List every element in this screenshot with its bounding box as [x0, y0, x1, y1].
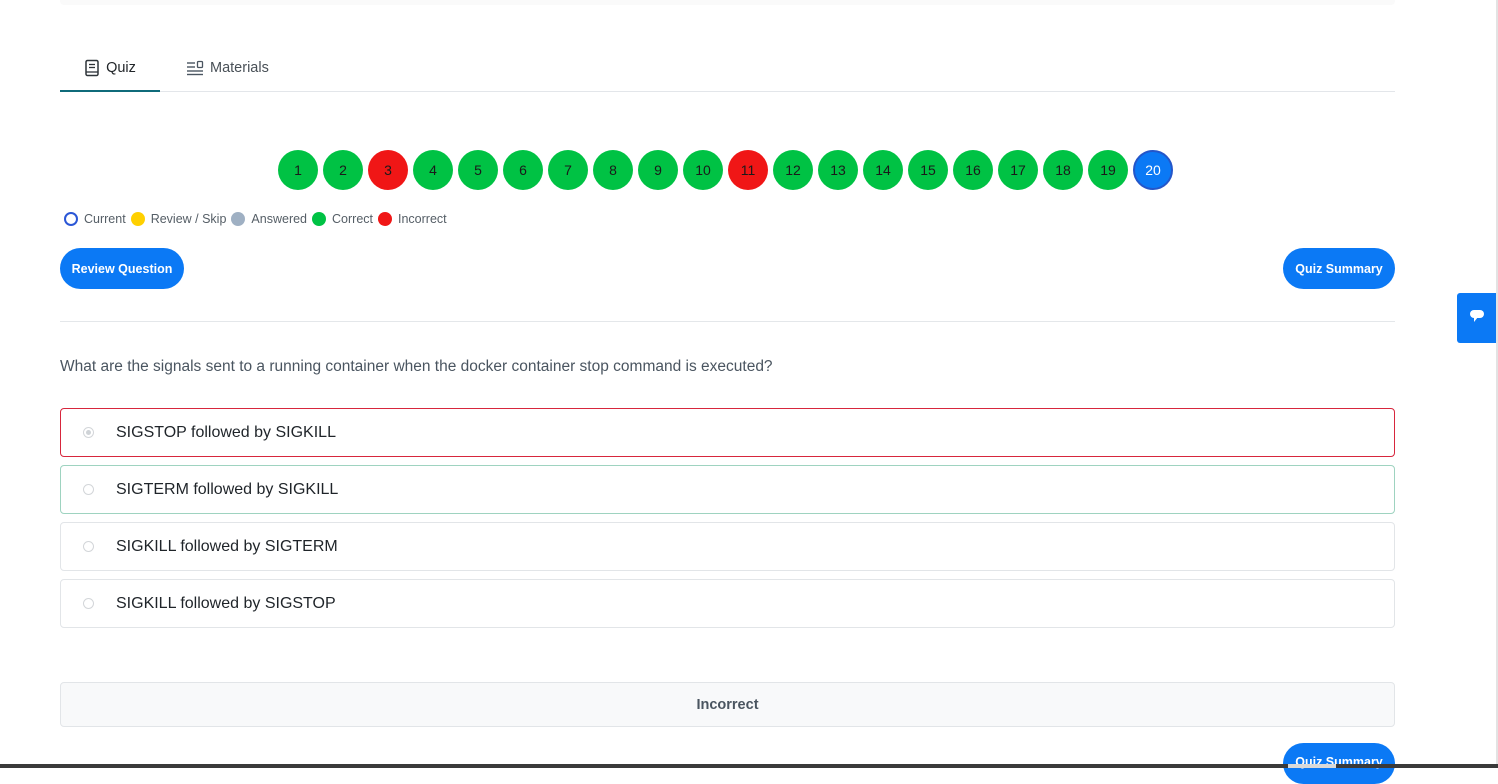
- legend-incorrect: Incorrect: [378, 212, 447, 226]
- radio-button[interactable]: [83, 484, 94, 495]
- status-legend: Current Review / Skip Answered Correct I…: [64, 212, 452, 226]
- list-icon: [186, 60, 204, 76]
- question-number-3[interactable]: 3: [368, 150, 408, 190]
- result-banner: Incorrect: [60, 682, 1395, 727]
- tab-bar: Quiz Materials: [60, 45, 1395, 92]
- question-number-2[interactable]: 2: [323, 150, 363, 190]
- answer-option-label: SIGKILL followed by SIGSTOP: [116, 594, 336, 612]
- divider: [60, 321, 1395, 322]
- quiz-summary-button[interactable]: Quiz Summary: [1283, 248, 1395, 289]
- answered-dot-icon: [231, 212, 246, 226]
- answer-option-4[interactable]: SIGKILL followed by SIGSTOP: [60, 579, 1395, 628]
- current-dot-icon: [64, 212, 78, 226]
- answer-option-2[interactable]: SIGTERM followed by SIGKILL: [60, 465, 1395, 514]
- question-number-11[interactable]: 11: [728, 150, 768, 190]
- radio-button[interactable]: [83, 541, 94, 552]
- question-number-17[interactable]: 17: [998, 150, 1038, 190]
- legend-answered: Answered: [231, 212, 307, 226]
- question-pager: 1 2 3 4 5 6 7 8 9 10 11 12 13 14 15 16 17 18 19 20: [278, 150, 1173, 190]
- question-number-16[interactable]: 16: [953, 150, 993, 190]
- question-number-12[interactable]: 12: [773, 150, 813, 190]
- question-number-14[interactable]: 14: [863, 150, 903, 190]
- question-number-20[interactable]: 20: [1133, 150, 1173, 190]
- question-number-18[interactable]: 18: [1043, 150, 1083, 190]
- question-number-13[interactable]: 13: [818, 150, 858, 190]
- question-number-10[interactable]: 10: [683, 150, 723, 190]
- radio-button[interactable]: [83, 598, 94, 609]
- tab-materials-label: Materials: [210, 60, 269, 76]
- legend-review: Review / Skip: [130, 212, 226, 226]
- question-number-15[interactable]: 15: [908, 150, 948, 190]
- book-icon: [84, 59, 100, 77]
- answer-option-1[interactable]: SIGSTOP followed by SIGKILL: [60, 408, 1395, 457]
- answer-option-3[interactable]: SIGKILL followed by SIGTERM: [60, 522, 1395, 571]
- tab-materials[interactable]: Materials: [186, 45, 269, 91]
- question-number-19[interactable]: 19: [1088, 150, 1128, 190]
- question-number-9[interactable]: 9: [638, 150, 678, 190]
- answer-option-label: SIGTERM followed by SIGKILL: [116, 480, 339, 498]
- question-number-4[interactable]: 4: [413, 150, 453, 190]
- review-dot-icon: [130, 212, 145, 226]
- top-card-edge: [60, 0, 1395, 5]
- scrollbar-thumb[interactable]: [1288, 764, 1336, 768]
- question-number-7[interactable]: 7: [548, 150, 588, 190]
- answer-option-label: SIGSTOP followed by SIGKILL: [116, 423, 336, 441]
- chat-bubble-icon: [1469, 309, 1485, 328]
- review-question-button[interactable]: Review Question: [60, 248, 184, 289]
- bottom-scrollbar: [0, 764, 1498, 768]
- question-number-1[interactable]: 1: [278, 150, 318, 190]
- feedback-button[interactable]: [1457, 293, 1496, 343]
- legend-current: Current: [64, 212, 126, 226]
- question-text: What are the signals sent to a running c…: [60, 358, 773, 375]
- question-number-6[interactable]: 6: [503, 150, 543, 190]
- tab-quiz-label: Quiz: [106, 59, 136, 76]
- answer-option-label: SIGKILL followed by SIGTERM: [116, 537, 338, 555]
- legend-correct: Correct: [312, 212, 373, 226]
- question-number-5[interactable]: 5: [458, 150, 498, 190]
- correct-dot-icon: [312, 212, 327, 226]
- question-number-8[interactable]: 8: [593, 150, 633, 190]
- tab-quiz[interactable]: Quiz: [60, 45, 160, 92]
- radio-button[interactable]: [83, 427, 94, 438]
- incorrect-dot-icon: [378, 212, 392, 226]
